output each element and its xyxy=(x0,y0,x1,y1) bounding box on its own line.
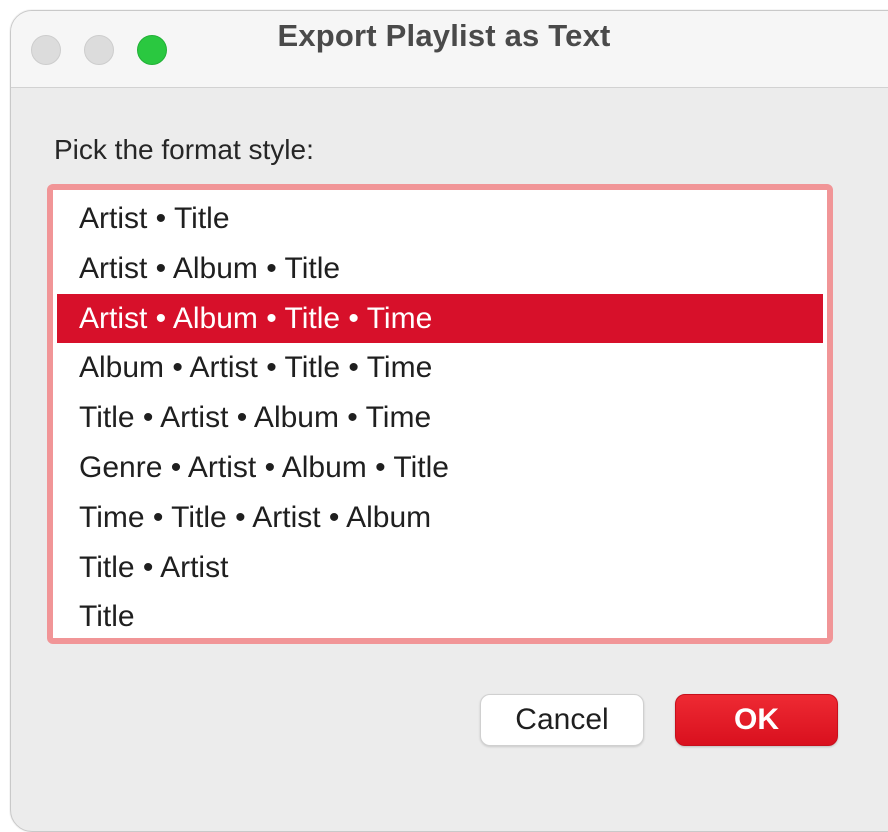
ok-button[interactable]: OK xyxy=(675,694,838,746)
format-option[interactable]: Title xyxy=(57,592,823,642)
window-title: Export Playlist as Text xyxy=(277,18,611,53)
cancel-button[interactable]: Cancel xyxy=(480,694,644,746)
format-option[interactable]: Artist • Title xyxy=(57,194,823,244)
format-option[interactable]: Album • Artist • Title • Time xyxy=(57,343,823,393)
format-prompt-label: Pick the format style: xyxy=(54,134,314,165)
format-option-selected[interactable]: Artist • Album • Title • Time xyxy=(57,293,823,344)
format-list[interactable]: Artist • Title Artist • Album • Title Ar… xyxy=(47,184,833,644)
format-option[interactable]: Title • Artist xyxy=(57,543,823,593)
format-option[interactable]: Title • Artist • Album • Time xyxy=(57,393,823,443)
format-option[interactable]: Artist • Album • Title xyxy=(57,244,823,294)
format-option[interactable]: Time • Title • Artist • Album xyxy=(57,493,823,543)
format-list-items: Artist • Title Artist • Album • Title Ar… xyxy=(57,194,823,642)
format-option[interactable]: Genre • Artist • Album • Title xyxy=(57,443,823,493)
